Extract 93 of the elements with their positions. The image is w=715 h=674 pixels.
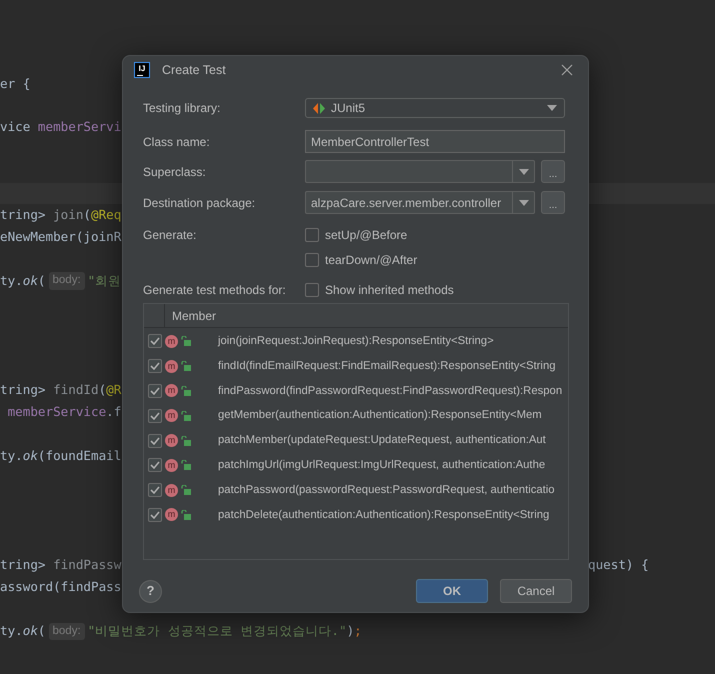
window-title: Create Test (162, 62, 226, 79)
browse-button[interactable]: ... (541, 160, 565, 183)
field-label: Destination package: (143, 194, 256, 212)
method-badge-icon: m (165, 409, 178, 422)
code-text: assword(findPass (0, 578, 122, 596)
code-text: ) (346, 622, 354, 640)
lock-icon (181, 436, 191, 446)
combo-field[interactable]: alzpaCare.server.member.controller (305, 191, 536, 214)
lock-icon (181, 510, 191, 520)
code-text: quest) { (588, 556, 649, 574)
code-text: eNewMember(joinR (0, 228, 122, 246)
column-header: Member (171, 308, 216, 324)
lock-icon (181, 460, 191, 470)
field-label: Testing library: (143, 100, 222, 117)
field-label: Superclass: (143, 164, 207, 180)
lock-icon (181, 336, 191, 346)
parameter-hint: body: (48, 622, 85, 640)
code-text: er { (0, 74, 30, 92)
checkbox[interactable] (305, 228, 319, 242)
method-signature: patchDelete(authentication:Authentication):ResponseEntity<String (218, 508, 550, 522)
code-text: .f (106, 402, 122, 421)
close-button[interactable] (560, 63, 574, 77)
method-signature: findId(findEmailRequest:FindEmailRequest):ResponseEntity<String (218, 358, 556, 374)
checkbox[interactable] (148, 483, 162, 498)
method-badge-icon: m (165, 334, 178, 348)
code-text: @Req (91, 206, 122, 224)
library-dropdown[interactable]: JUnit5 (305, 98, 565, 118)
code-text: ty. (0, 622, 23, 640)
code-text: ( (98, 381, 106, 400)
method-signature: join(joinRequest:JoinRequest):ResponseEntity<String> (218, 334, 494, 349)
text-field[interactable]: MemberControllerTest (305, 130, 565, 153)
parameter-hint: body: (48, 272, 85, 290)
checkbox[interactable] (148, 508, 162, 522)
checkbox-label: tearDown/@After (325, 252, 418, 269)
code-text: ok (22, 272, 38, 290)
checkbox[interactable] (305, 283, 319, 297)
lock-icon (181, 410, 191, 421)
code-text: ty. (0, 272, 23, 290)
method-badge-icon: m (165, 484, 178, 497)
combo-value: alzpaCare.server.member.controller (310, 194, 502, 212)
code-text: tring> (0, 381, 46, 400)
lock-icon (181, 361, 191, 372)
ok-button[interactable]: OK (416, 579, 488, 603)
checkbox-label: Show inherited methods (325, 282, 454, 299)
method-signature: patchImgUrl(imgUrlRequest:ImgUrlRequest, authentication:Authe (218, 458, 546, 473)
code-text: memberService (6, 402, 106, 421)
cancel-button[interactable]: Cancel (500, 579, 572, 603)
code-text: tring> (0, 206, 46, 224)
method-badge-icon: m (165, 508, 178, 522)
code-text: ( (38, 622, 46, 640)
caret-icon (547, 105, 557, 111)
code-text: (foundEmail (38, 446, 122, 465)
combo-field[interactable] (305, 160, 536, 183)
field-label: Class name: (143, 134, 211, 150)
code-text: ok (22, 622, 38, 640)
lock-icon (181, 386, 191, 396)
code-text: ; (354, 622, 362, 640)
method-badge-icon: m (165, 360, 178, 373)
lock-icon (181, 485, 191, 496)
help-button[interactable]: ? (139, 580, 162, 602)
code-text: "비밀번호가 성공적으로 변경되었습니다." (88, 622, 347, 640)
code-text: join (53, 206, 84, 224)
checkbox-label: setUp/@Before (325, 227, 408, 244)
code-text: ( (83, 206, 92, 224)
field-label: Generate test methods for: (143, 282, 287, 299)
code-text: memberServi (38, 118, 122, 136)
checkbox[interactable] (148, 434, 162, 448)
code-text: "회원 (88, 272, 122, 290)
checkbox[interactable] (148, 359, 162, 374)
code-text: vice (0, 118, 32, 136)
method-badge-icon: m (165, 434, 178, 448)
browse-button[interactable]: ... (541, 191, 565, 214)
code-text: ok (22, 446, 38, 465)
code-text: ( (38, 272, 46, 290)
method-badge-icon: m (165, 384, 178, 398)
code-text: findPassw (53, 556, 122, 574)
checkbox[interactable] (148, 408, 162, 423)
code-text: tring> (0, 556, 46, 574)
method-signature: patchMember(updateRequest:UpdateRequest, authentication:Aut (218, 433, 546, 448)
field-label: Generate: (143, 227, 198, 244)
method-signature: patchPassword(passwordRequest:PasswordRequest, authenticatio (218, 482, 555, 498)
code-text: @R (106, 381, 122, 400)
app-logo-icon: IJ (134, 62, 150, 78)
method-badge-icon: m (165, 458, 178, 472)
code-text: ty. (0, 446, 23, 465)
checkbox[interactable] (148, 458, 162, 472)
method-signature: findPassword(findPasswordRequest:FindPasswordRequest):Respon (218, 384, 562, 399)
checkbox[interactable] (305, 253, 319, 267)
code-text: findId (53, 381, 99, 400)
junit-icon (313, 102, 325, 114)
checkbox[interactable] (148, 384, 162, 398)
method-signature: getMember(authentication:Authentication):ResponseEntity<Mem (218, 408, 542, 424)
checkbox[interactable] (148, 334, 162, 348)
